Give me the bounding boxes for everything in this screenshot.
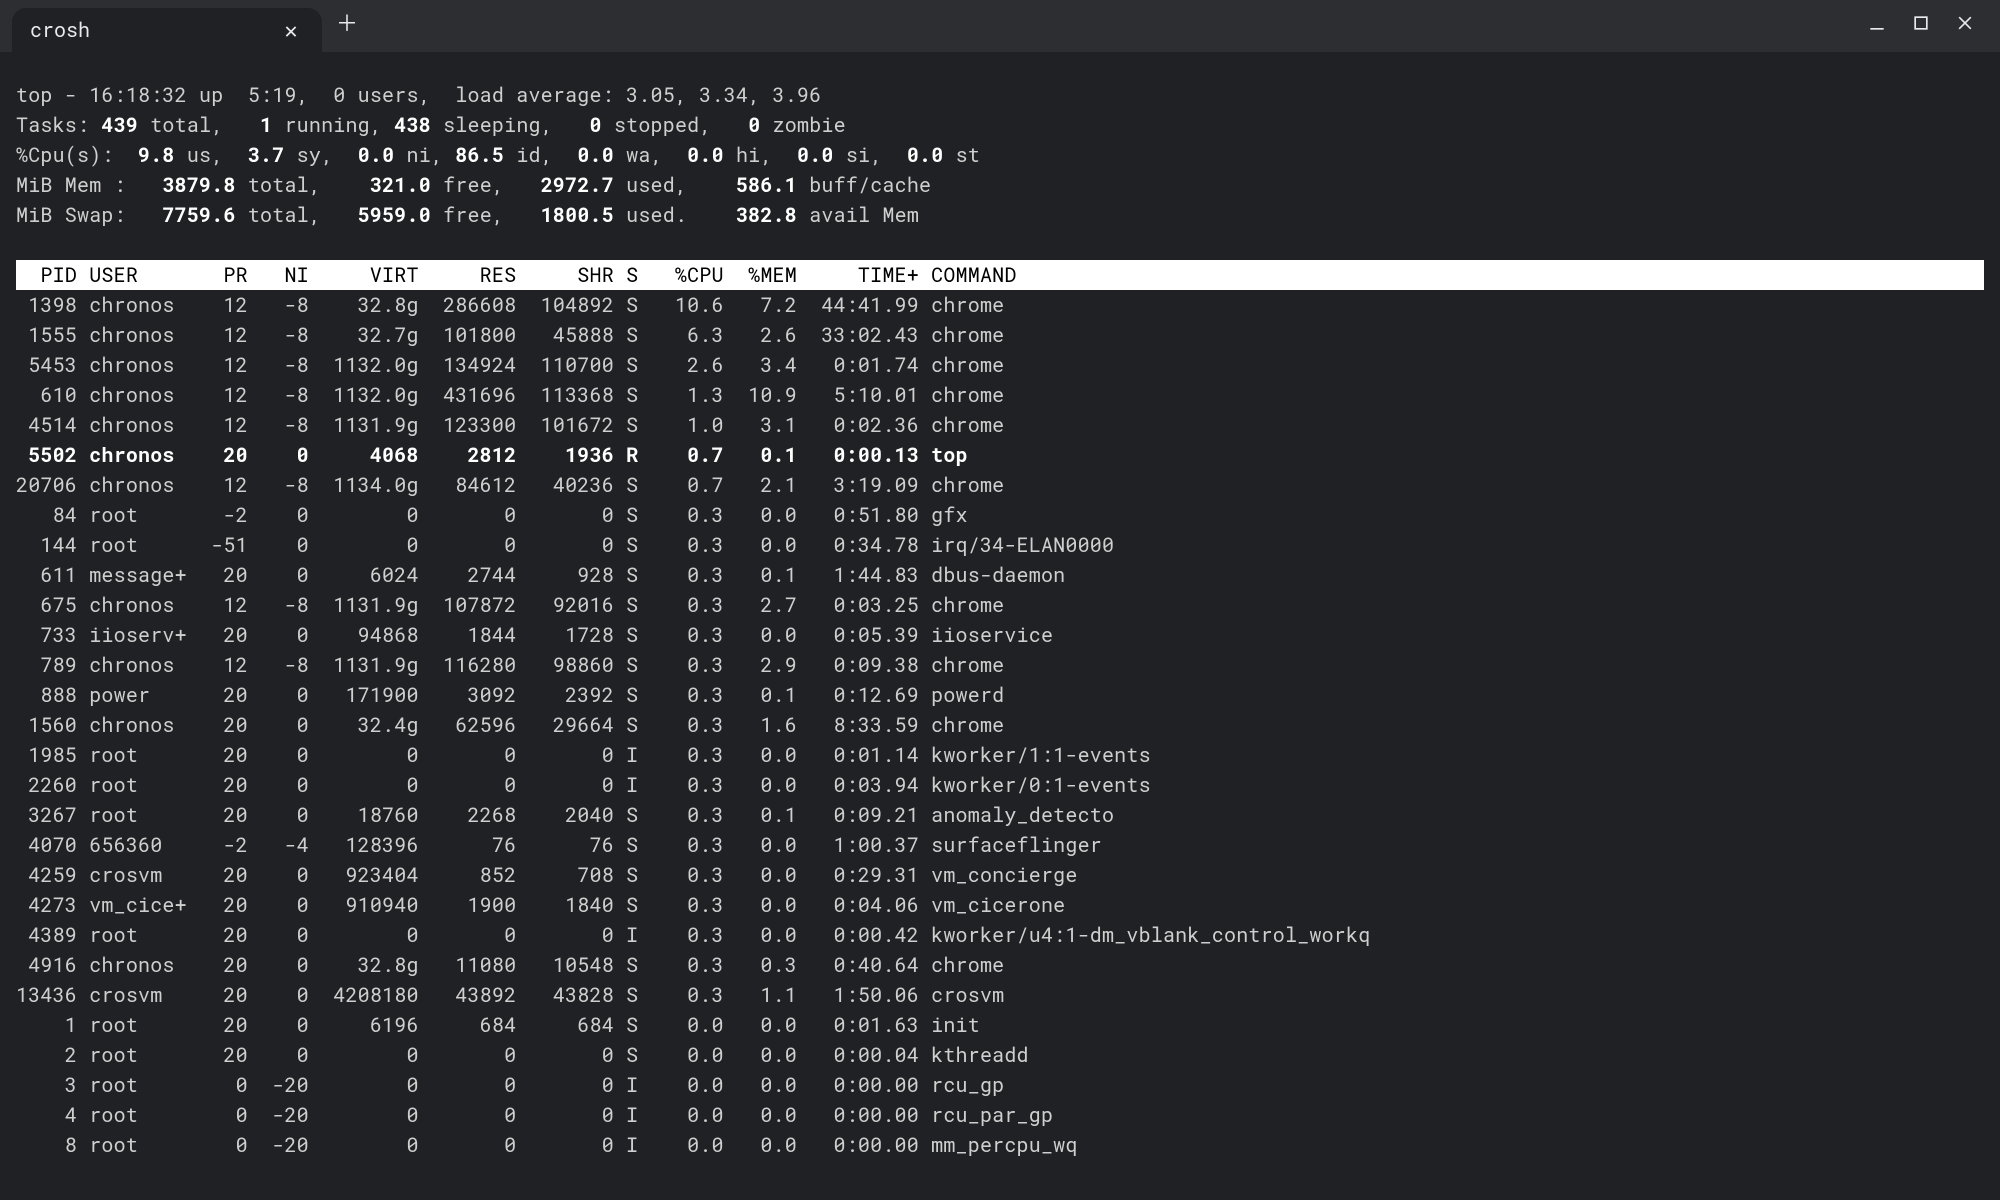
process-row[interactable]: 789 chronos 12 -8 1131.9g 116280 98860 S… (16, 652, 1004, 678)
tab-crosh[interactable]: crosh ✕ (12, 8, 322, 52)
process-row[interactable]: 4389 root 20 0 0 0 0 I 0.3 0.0 0:00.42 k… (16, 922, 1370, 948)
process-row[interactable]: 4 root 0 -20 0 0 0 I 0.0 0.0 0:00.00 rcu… (16, 1102, 1053, 1128)
process-row[interactable]: 5502 chronos 20 0 4068 2812 1936 R 0.7 0… (16, 442, 968, 468)
process-row[interactable]: 20706 chronos 12 -8 1134.0g 84612 40236 … (16, 472, 1004, 498)
process-row[interactable]: 8 root 0 -20 0 0 0 I 0.0 0.0 0:00.00 mm_… (16, 1132, 1078, 1158)
process-row[interactable]: 4070 656360 -2 -4 128396 76 76 S 0.3 0.0… (16, 832, 1102, 858)
process-row[interactable]: 1398 chronos 12 -8 32.8g 286608 104892 S… (16, 292, 1004, 318)
summary-line-mem: MiB Mem : 3879.8 total, 321.0 free, 2972… (16, 172, 931, 198)
summary-line-swap: MiB Swap: 7759.6 total, 5959.0 free, 180… (16, 202, 919, 228)
process-row[interactable]: 733 iioserv+ 20 0 94868 1844 1728 S 0.3 … (16, 622, 1053, 648)
process-row[interactable]: 5453 chronos 12 -8 1132.0g 134924 110700… (16, 352, 1004, 378)
process-row[interactable]: 13436 crosvm 20 0 4208180 43892 43828 S … (16, 982, 1004, 1008)
process-row[interactable]: 2 root 20 0 0 0 0 S 0.0 0.0 0:00.04 kthr… (16, 1042, 1029, 1068)
process-row[interactable]: 611 message+ 20 0 6024 2744 928 S 0.3 0.… (16, 562, 1065, 588)
terminal-window: crosh ✕ ＋ top - 16:18:32 up 5:19, 0 user… (0, 0, 2000, 1200)
process-row[interactable]: 144 root -51 0 0 0 0 S 0.3 0.0 0:34.78 i… (16, 532, 1114, 558)
process-row[interactable]: 610 chronos 12 -8 1132.0g 431696 113368 … (16, 382, 1004, 408)
terminal-output[interactable]: top - 16:18:32 up 5:19, 0 users, load av… (0, 52, 2000, 1200)
process-row[interactable]: 888 power 20 0 171900 3092 2392 S 0.3 0.… (16, 682, 1004, 708)
summary-line-uptime: top - 16:18:32 up 5:19, 0 users, load av… (16, 82, 821, 108)
process-row[interactable]: 84 root -2 0 0 0 0 S 0.3 0.0 0:51.80 gfx (16, 502, 968, 528)
process-row[interactable]: 1560 chronos 20 0 32.4g 62596 29664 S 0.… (16, 712, 1004, 738)
tab-title: crosh (30, 15, 90, 45)
process-row[interactable]: 4916 chronos 20 0 32.8g 11080 10548 S 0.… (16, 952, 1004, 978)
process-row[interactable]: 2260 root 20 0 0 0 0 I 0.3 0.0 0:03.94 k… (16, 772, 1151, 798)
process-row[interactable]: 1 root 20 0 6196 684 684 S 0.0 0.0 0:01.… (16, 1012, 980, 1038)
titlebar: crosh ✕ ＋ (0, 0, 2000, 52)
process-row[interactable]: 4259 crosvm 20 0 923404 852 708 S 0.3 0.… (16, 862, 1078, 888)
close-icon[interactable]: ✕ (278, 17, 304, 43)
close-window-icon[interactable] (1952, 10, 1978, 36)
maximize-icon[interactable] (1908, 10, 1934, 36)
process-row[interactable]: 4273 vm_cice+ 20 0 910940 1900 1840 S 0.… (16, 892, 1065, 918)
window-controls (1864, 10, 1978, 36)
process-row[interactable]: 1985 root 20 0 0 0 0 I 0.3 0.0 0:01.14 k… (16, 742, 1151, 768)
summary-line-cpu: %Cpu(s): 9.8 us, 3.7 sy, 0.0 ni, 86.5 id… (16, 142, 980, 168)
process-table-header[interactable]: PID USER PR NI VIRT RES SHR S %CPU %MEM … (16, 260, 1984, 290)
process-row[interactable]: 3 root 0 -20 0 0 0 I 0.0 0.0 0:00.00 rcu… (16, 1072, 1004, 1098)
new-tab-button[interactable]: ＋ (334, 10, 360, 36)
process-row[interactable]: 675 chronos 12 -8 1131.9g 107872 92016 S… (16, 592, 1004, 618)
minimize-icon[interactable] (1864, 10, 1890, 36)
process-row[interactable]: 4514 chronos 12 -8 1131.9g 123300 101672… (16, 412, 1004, 438)
process-row[interactable]: 1555 chronos 12 -8 32.7g 101800 45888 S … (16, 322, 1004, 348)
summary-line-tasks: Tasks: 439 total, 1 running, 438 sleepin… (16, 112, 846, 138)
process-row[interactable]: 3267 root 20 0 18760 2268 2040 S 0.3 0.1… (16, 802, 1114, 828)
